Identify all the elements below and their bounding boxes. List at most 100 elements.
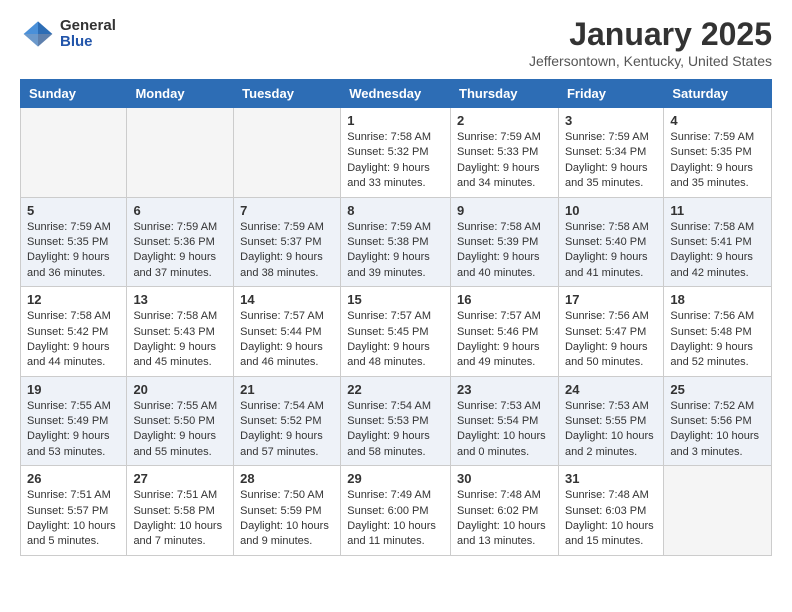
- day-info: Sunrise: 7:51 AMSunset: 5:58 PMDaylight:…: [133, 488, 227, 550]
- day-number: 27: [133, 471, 227, 486]
- day-info: Sunrise: 7:58 AMSunset: 5:40 PMDaylight:…: [565, 220, 657, 282]
- day-number: 14: [240, 292, 334, 307]
- day-info: Sunrise: 7:54 AMSunset: 5:52 PMDaylight:…: [240, 399, 334, 461]
- day-number: 8: [347, 203, 444, 218]
- day-info: Sunrise: 7:57 AMSunset: 5:44 PMDaylight:…: [240, 309, 334, 371]
- logo-text: General Blue: [60, 18, 116, 51]
- day-number: 1: [347, 113, 444, 128]
- day-info: Sunrise: 7:58 AMSunset: 5:43 PMDaylight:…: [133, 309, 227, 371]
- calendar-day-cell: 31Sunrise: 7:48 AMSunset: 6:03 PMDayligh…: [558, 466, 663, 556]
- day-number: 15: [347, 292, 444, 307]
- title-location: Jeffersontown, Kentucky, United States: [529, 53, 772, 69]
- day-number: 13: [133, 292, 227, 307]
- day-info: Sunrise: 7:56 AMSunset: 5:48 PMDaylight:…: [670, 309, 765, 371]
- calendar-header-row: SundayMondayTuesdayWednesdayThursdayFrid…: [21, 80, 772, 108]
- day-info: Sunrise: 7:50 AMSunset: 5:59 PMDaylight:…: [240, 488, 334, 550]
- day-info: Sunrise: 7:59 AMSunset: 5:35 PMDaylight:…: [670, 130, 765, 192]
- day-number: 29: [347, 471, 444, 486]
- calendar-week-row: 26 Sunrise: 7:51 AMSunset: 5:57 PMDayligh…: [21, 466, 772, 556]
- day-number: 5: [27, 203, 120, 218]
- calendar-day-cell: 11 Sunrise: 7:58 AMSunset: 5:41 PMDayligh…: [664, 197, 772, 287]
- day-info: Sunrise: 7:58 AMSunset: 5:32 PMDaylight:…: [347, 130, 444, 192]
- day-info: Sunrise: 7:53 AMSunset: 5:55 PMDaylight:…: [565, 399, 657, 461]
- day-info: Sunrise: 7:58 AMSunset: 5:42 PMDaylight:…: [27, 309, 120, 371]
- weekday-header: Wednesday: [341, 80, 451, 108]
- day-info: Sunrise: 7:52 AMSunset: 5:56 PMDaylight:…: [670, 399, 765, 461]
- calendar-day-cell: 29 Sunrise: 7:49 AMSunset: 6:00 PMDayligh…: [341, 466, 451, 556]
- calendar-day-cell: 4 Sunrise: 7:59 AMSunset: 5:35 PMDaylight…: [664, 108, 772, 198]
- day-number: 23: [457, 382, 552, 397]
- calendar-day-cell: 19Sunrise: 7:55 AMSunset: 5:49 PMDayligh…: [21, 376, 127, 466]
- calendar-day-cell: 23 Sunrise: 7:53 AMSunset: 5:54 PMDayligh…: [451, 376, 559, 466]
- calendar-day-cell: 10 Sunrise: 7:58 AMSunset: 5:40 PMDayligh…: [558, 197, 663, 287]
- calendar-day-cell: [127, 108, 234, 198]
- day-number: 22: [347, 382, 444, 397]
- calendar-day-cell: 27 Sunrise: 7:51 AMSunset: 5:58 PMDayligh…: [127, 466, 234, 556]
- day-info: Sunrise: 7:49 AMSunset: 6:00 PMDaylight:…: [347, 488, 444, 550]
- calendar-week-row: 19Sunrise: 7:55 AMSunset: 5:49 PMDayligh…: [21, 376, 772, 466]
- day-info: Sunrise: 7:59 AMSunset: 5:35 PMDaylight:…: [27, 220, 120, 282]
- calendar-day-cell: 1 Sunrise: 7:58 AMSunset: 5:32 PMDaylight…: [341, 108, 451, 198]
- calendar-day-cell: 2Sunrise: 7:59 AMSunset: 5:33 PMDaylight…: [451, 108, 559, 198]
- calendar-day-cell: 17 Sunrise: 7:56 AMSunset: 5:47 PMDayligh…: [558, 287, 663, 377]
- day-number: 12: [27, 292, 120, 307]
- weekday-header: Thursday: [451, 80, 559, 108]
- calendar-table: SundayMondayTuesdayWednesdayThursdayFrid…: [20, 79, 772, 556]
- calendar-day-cell: [234, 108, 341, 198]
- calendar-day-cell: 6 Sunrise: 7:59 AMSunset: 5:36 PMDaylight…: [127, 197, 234, 287]
- day-info: Sunrise: 7:59 AMSunset: 5:36 PMDaylight:…: [133, 220, 227, 282]
- calendar-day-cell: 13 Sunrise: 7:58 AMSunset: 5:43 PMDayligh…: [127, 287, 234, 377]
- calendar-day-cell: 24 Sunrise: 7:53 AMSunset: 5:55 PMDayligh…: [558, 376, 663, 466]
- calendar-day-cell: 26 Sunrise: 7:51 AMSunset: 5:57 PMDayligh…: [21, 466, 127, 556]
- calendar-day-cell: 15 Sunrise: 7:57 AMSunset: 5:45 PMDayligh…: [341, 287, 451, 377]
- logo-general-text: General: [60, 18, 116, 35]
- day-info: Sunrise: 7:51 AMSunset: 5:57 PMDaylight:…: [27, 488, 120, 550]
- day-number: 4: [670, 113, 765, 128]
- logo: General Blue: [20, 16, 116, 52]
- day-info: Sunrise: 7:55 AMSunset: 5:50 PMDaylight:…: [133, 399, 227, 461]
- logo-blue-text: Blue: [60, 34, 116, 51]
- calendar-day-cell: 5 Sunrise: 7:59 AMSunset: 5:35 PMDaylight…: [21, 197, 127, 287]
- weekday-header: Saturday: [664, 80, 772, 108]
- calendar-week-row: 5 Sunrise: 7:59 AMSunset: 5:35 PMDaylight…: [21, 197, 772, 287]
- calendar-day-cell: 20Sunrise: 7:55 AMSunset: 5:50 PMDayligh…: [127, 376, 234, 466]
- calendar-day-cell: 28 Sunrise: 7:50 AMSunset: 5:59 PMDayligh…: [234, 466, 341, 556]
- calendar-day-cell: 12 Sunrise: 7:58 AMSunset: 5:42 PMDayligh…: [21, 287, 127, 377]
- weekday-header: Tuesday: [234, 80, 341, 108]
- day-info: Sunrise: 7:58 AMSunset: 5:39 PMDaylight:…: [457, 220, 552, 282]
- day-number: 7: [240, 203, 334, 218]
- day-info: Sunrise: 7:58 AMSunset: 5:41 PMDaylight:…: [670, 220, 765, 282]
- day-number: 21: [240, 382, 334, 397]
- day-number: 26: [27, 471, 120, 486]
- day-info: Sunrise: 7:57 AMSunset: 5:45 PMDaylight:…: [347, 309, 444, 371]
- calendar-week-row: 12 Sunrise: 7:58 AMSunset: 5:42 PMDayligh…: [21, 287, 772, 377]
- calendar-day-cell: 30 Sunrise: 7:48 AMSunset: 6:02 PMDayligh…: [451, 466, 559, 556]
- calendar-day-cell: 3Sunrise: 7:59 AMSunset: 5:34 PMDaylight…: [558, 108, 663, 198]
- calendar-day-cell: 14 Sunrise: 7:57 AMSunset: 5:44 PMDayligh…: [234, 287, 341, 377]
- page: General Blue January 2025 Jeffersontown,…: [0, 0, 792, 572]
- day-info: Sunrise: 7:48 AMSunset: 6:02 PMDaylight:…: [457, 488, 552, 550]
- day-info: Sunrise: 7:53 AMSunset: 5:54 PMDaylight:…: [457, 399, 552, 461]
- calendar-day-cell: 8Sunrise: 7:59 AMSunset: 5:38 PMDaylight…: [341, 197, 451, 287]
- day-info: Sunrise: 7:56 AMSunset: 5:47 PMDaylight:…: [565, 309, 657, 371]
- title-month: January 2025: [529, 16, 772, 53]
- day-number: 24: [565, 382, 657, 397]
- day-number: 9: [457, 203, 552, 218]
- calendar-day-cell: 22Sunrise: 7:54 AMSunset: 5:53 PMDayligh…: [341, 376, 451, 466]
- day-number: 30: [457, 471, 552, 486]
- day-info: Sunrise: 7:57 AMSunset: 5:46 PMDaylight:…: [457, 309, 552, 371]
- day-number: 10: [565, 203, 657, 218]
- header: General Blue January 2025 Jeffersontown,…: [20, 16, 772, 69]
- day-number: 11: [670, 203, 765, 218]
- day-number: 16: [457, 292, 552, 307]
- day-number: 17: [565, 292, 657, 307]
- day-number: 31: [565, 471, 657, 486]
- day-number: 3: [565, 113, 657, 128]
- day-number: 19: [27, 382, 120, 397]
- day-number: 6: [133, 203, 227, 218]
- calendar-day-cell: 21 Sunrise: 7:54 AMSunset: 5:52 PMDayligh…: [234, 376, 341, 466]
- calendar-day-cell: 7Sunrise: 7:59 AMSunset: 5:37 PMDaylight…: [234, 197, 341, 287]
- day-number: 18: [670, 292, 765, 307]
- day-number: 28: [240, 471, 334, 486]
- calendar-day-cell: 9 Sunrise: 7:58 AMSunset: 5:39 PMDaylight…: [451, 197, 559, 287]
